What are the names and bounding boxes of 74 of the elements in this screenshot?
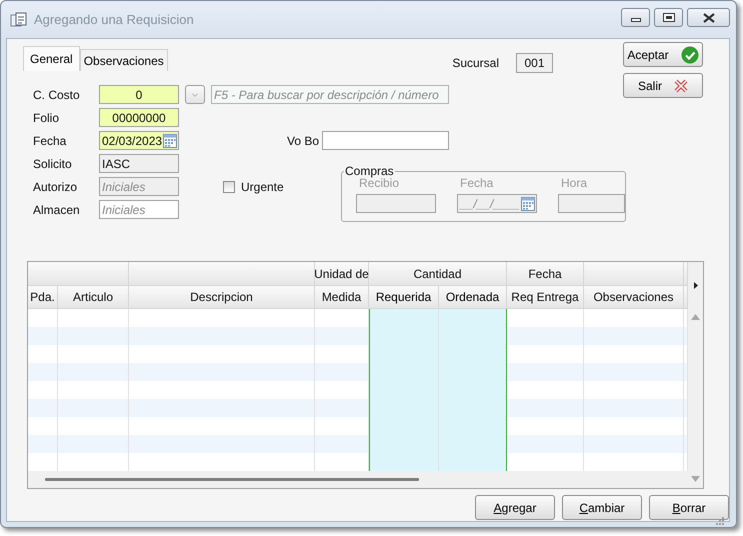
field-label: C. Costo — [33, 88, 81, 102]
field-label: Folio — [33, 110, 60, 124]
tab[interactable]: General — [23, 46, 80, 71]
checkbox-label: Urgente — [241, 180, 284, 194]
scrollbar-thumb[interactable] — [45, 478, 419, 481]
table-cell — [28, 327, 58, 345]
group-title: Compras — [344, 164, 395, 178]
column-group-header: Cantidad — [369, 262, 507, 286]
table-cell — [315, 435, 369, 453]
table-cell — [315, 327, 369, 345]
field-label: Almacen — [33, 202, 81, 216]
field-label: Fecha — [459, 176, 494, 190]
check-circle-icon — [680, 46, 699, 64]
maximize-icon — [662, 13, 674, 22]
scroll-right-icon[interactable] — [694, 282, 698, 289]
field-label: Solicito — [33, 156, 73, 170]
input-field[interactable]: 02/03/2023 — [99, 131, 179, 150]
column-header[interactable]: Descripcion — [129, 286, 315, 309]
resize-grip-icon — [716, 517, 725, 526]
table-cell — [439, 309, 507, 327]
accept-button[interactable]: Aceptar — [623, 42, 703, 67]
action-button[interactable]: Cambiar — [562, 495, 642, 520]
minimize-button[interactable] — [621, 8, 650, 27]
close-icon — [674, 78, 688, 92]
table-cell — [58, 327, 129, 345]
column-header[interactable]: Ordenada — [439, 286, 507, 309]
table-cell — [439, 453, 507, 471]
table-cell — [58, 363, 129, 381]
field-label: Vo Bo — [287, 134, 320, 148]
table-cell — [28, 435, 58, 453]
field-label: Hora — [560, 176, 588, 190]
window-title: Agregando una Requisicion — [34, 12, 195, 27]
checkbox[interactable] — [223, 180, 235, 192]
calendar-icon — [163, 133, 177, 148]
column-header[interactable]: Observaciones — [584, 286, 684, 309]
sucursal-field: 001 — [516, 53, 553, 73]
maximize-button[interactable] — [654, 8, 683, 27]
scroll-up-icon — [691, 314, 700, 320]
input-field[interactable] — [322, 131, 449, 150]
close-icon — [702, 12, 714, 22]
column-group-header: Fecha — [507, 262, 584, 286]
table-cell — [28, 399, 58, 417]
field-label: Autorizo — [33, 180, 78, 194]
chevron-down-icon — [192, 90, 198, 98]
table-cell — [315, 363, 369, 381]
app-icon — [10, 12, 28, 28]
column-header[interactable]: Requerida — [369, 286, 439, 309]
column-header[interactable]: Req Entrega — [507, 286, 584, 309]
table-cell — [58, 399, 129, 417]
sucursal-label: Sucursal — [452, 56, 499, 70]
table-cell — [28, 363, 58, 381]
horizontal-scrollbar[interactable] — [28, 471, 688, 488]
column-header[interactable]: Pda. — [28, 286, 58, 309]
vertical-scrollbar[interactable] — [688, 309, 703, 488]
field-label: Recibio — [359, 176, 400, 190]
input-field[interactable]: IASC — [99, 154, 179, 173]
action-button[interactable]: Agregar — [475, 495, 555, 520]
column-header[interactable]: Articulo — [58, 286, 129, 309]
calendar-icon — [521, 196, 535, 211]
close-button[interactable] — [687, 8, 730, 27]
table-cell — [58, 435, 129, 453]
tab[interactable]: Observaciones — [80, 49, 168, 71]
dropdown-button[interactable] — [185, 85, 205, 104]
input-field[interactable]: 0 — [99, 85, 179, 104]
input-field[interactable]: 00000000 — [99, 108, 179, 127]
column-group-header: Unidad de — [315, 262, 369, 286]
field-label: Fecha — [33, 134, 68, 148]
table-cell — [369, 453, 439, 471]
scroll-down-icon — [691, 476, 700, 482]
exit-button[interactable]: Salir — [623, 73, 703, 98]
column-header[interactable]: Medida — [315, 286, 369, 309]
table-cell — [369, 309, 439, 327]
action-button[interactable]: Borrar — [649, 495, 729, 520]
table-cell — [315, 399, 369, 417]
